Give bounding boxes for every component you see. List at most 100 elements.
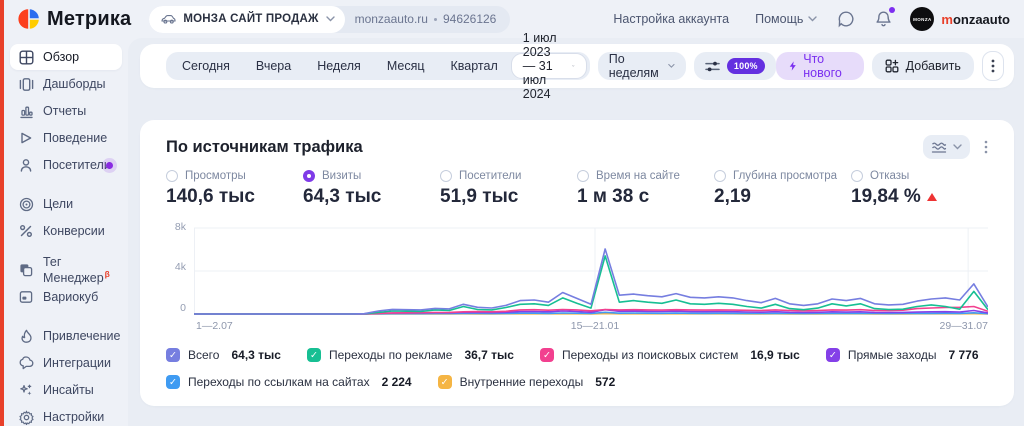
card-title: По источникам трафика xyxy=(166,137,363,156)
help-menu[interactable]: Помощь xyxy=(755,12,818,26)
range-quarter-button[interactable]: Квартал xyxy=(438,52,511,80)
lightning-icon xyxy=(789,61,796,71)
target-icon xyxy=(18,196,34,212)
traffic-sources-card: По источникам трафика Просмотры 140,6 ты… xyxy=(140,120,1014,406)
percent-icon xyxy=(18,223,34,239)
toolbar-menu-button[interactable] xyxy=(981,51,1004,81)
sidebar-item-goals[interactable]: Цели xyxy=(10,191,122,217)
metric-pageviews[interactable]: Просмотры 140,6 тыс xyxy=(166,170,303,208)
integrations-icon xyxy=(18,355,34,371)
checkbox-icon xyxy=(437,375,452,389)
left-accent-stripe xyxy=(0,0,4,426)
bar-chart-icon xyxy=(18,103,34,119)
chat-icon xyxy=(838,11,854,28)
range-month-button[interactable]: Месяц xyxy=(374,52,438,80)
chart-type-select[interactable] xyxy=(923,135,970,159)
counter-domain[interactable]: monzaauto.ru xyxy=(355,12,428,26)
radio-icon xyxy=(851,170,863,182)
metrica-app: Метрика МОНЗА САЙТ ПРОДАЖ monzaauto.ru 9… xyxy=(0,0,1024,426)
chevron-down-icon xyxy=(668,63,675,68)
chart-legend: Всего 64,3 тыс Переходы по рекламе 36,7 … xyxy=(166,348,988,389)
notifications-button[interactable] xyxy=(875,7,896,28)
sidebar-item-integrations[interactable]: Интеграции xyxy=(10,350,122,376)
user-name[interactable]: monzaauto xyxy=(941,12,1010,27)
sidebar-item-behavior[interactable]: Поведение xyxy=(10,125,122,151)
legend-item-ads[interactable]: Переходы по рекламе 36,7 тыс xyxy=(306,348,514,362)
chevron-down-icon xyxy=(808,16,818,22)
whats-new-button[interactable]: Что нового xyxy=(775,52,864,80)
radio-icon xyxy=(577,170,589,182)
range-today-button[interactable]: Сегодня xyxy=(169,52,243,80)
traffic-chart-svg[interactable] xyxy=(194,221,988,317)
grid-icon xyxy=(18,49,34,65)
trend-up-icon xyxy=(926,193,937,201)
chevron-down-icon xyxy=(572,65,575,67)
counter-id: 94626126 xyxy=(442,12,497,26)
card-menu-button[interactable] xyxy=(984,140,988,154)
checkbox-icon xyxy=(825,348,840,362)
account-settings-link[interactable]: Настройка аккаунта xyxy=(613,12,729,26)
sidebar-item-settings[interactable]: Настройки xyxy=(10,404,122,426)
range-week-button[interactable]: Неделя xyxy=(304,52,374,80)
checkbox-icon xyxy=(166,375,180,389)
metrica-logo[interactable]: Метрика xyxy=(18,8,131,31)
sidebar-item-tag-manager[interactable]: Тег Менеджерβ xyxy=(10,255,122,285)
add-widget-button[interactable]: Добавить xyxy=(871,52,974,80)
granularity-select[interactable]: По неделям xyxy=(597,52,686,80)
chat-button[interactable] xyxy=(837,10,855,28)
chevron-down-icon xyxy=(953,144,962,150)
metrics-row: Просмотры 140,6 тыс Визиты 64,3 тыс Посе… xyxy=(166,170,988,208)
topbar: Метрика МОНЗА САЙТ ПРОДАЖ monzaauto.ru 9… xyxy=(0,0,1024,38)
sidebar-item-reports[interactable]: Отчеты xyxy=(10,98,122,124)
metric-visits[interactable]: Визиты 64,3 тыс xyxy=(303,170,440,208)
sidebar-item-overview[interactable]: Обзор xyxy=(10,44,122,70)
sidebar-item-conversions[interactable]: Конверсии xyxy=(10,218,122,244)
sparkles-icon xyxy=(18,382,34,398)
visitors-online-dot xyxy=(106,161,113,169)
counter-name: МОНЗА САЙТ ПРОДАЖ xyxy=(183,13,319,25)
variocube-icon xyxy=(18,289,34,305)
sidebar: Обзор Дашборды Отчеты Поведение Посетите… xyxy=(0,38,128,426)
radio-icon xyxy=(440,170,452,182)
legend-item-search[interactable]: Переходы из поисковых систем 16,9 тыс xyxy=(539,348,800,362)
toolbar: Сегодня Вчера Неделя Месяц Квартал 1 июл… xyxy=(140,31,1014,101)
traffic-chart[interactable]: 8k 4k 0 1—2.07 15—21.01 29—31.07 xyxy=(166,221,988,335)
car-icon xyxy=(161,11,176,27)
range-yesterday-button[interactable]: Вчера xyxy=(243,52,304,80)
app-title: Метрика xyxy=(47,7,132,30)
gear-icon xyxy=(18,409,34,425)
sampling-button[interactable]: 100% xyxy=(693,52,776,80)
play-icon xyxy=(18,130,34,146)
flame-icon xyxy=(18,328,34,344)
dot-separator xyxy=(433,17,437,21)
sliders-icon xyxy=(705,61,720,71)
legend-item-site-links[interactable]: Переходы по ссылкам на сайтах 2 224 xyxy=(166,375,412,389)
sidebar-item-variocube[interactable]: Вариокуб xyxy=(10,284,122,310)
legend-item-direct[interactable]: Прямые заходы 7 776 xyxy=(825,348,979,362)
avatar[interactable]: MONZA xyxy=(910,7,935,31)
radio-icon xyxy=(166,170,178,182)
sidebar-item-dashboards[interactable]: Дашборды xyxy=(10,71,122,97)
line-chart-icon xyxy=(931,141,947,153)
sidebar-item-insights[interactable]: Инсайты xyxy=(10,377,122,403)
kebab-icon xyxy=(991,59,995,73)
sidebar-item-visitors[interactable]: Посетители xyxy=(10,152,122,178)
notification-dot xyxy=(889,7,896,13)
help-label: Помощь xyxy=(755,12,804,26)
counter-selector[interactable]: МОНЗА САЙТ ПРОДАЖ monzaauto.ru 94626126 xyxy=(149,5,511,33)
sidebar-item-acquisition[interactable]: Привлечение xyxy=(10,323,122,349)
metric-depth[interactable]: Глубина просмотра 2,19 xyxy=(714,170,851,208)
y-axis: 8k 4k 0 xyxy=(174,221,186,314)
checkbox-icon xyxy=(539,348,554,362)
custom-date-range[interactable]: 1 июл 2023 — 31 июл 2024 xyxy=(510,31,587,101)
metric-bounce-rate[interactable]: Отказы 19,84 % xyxy=(851,170,988,208)
checkbox-icon xyxy=(166,348,180,362)
chevron-down-icon xyxy=(325,16,335,22)
counter-name-section[interactable]: МОНЗА САЙТ ПРОДАЖ xyxy=(149,5,345,33)
counter-meta: monzaauto.ru 94626126 xyxy=(345,12,511,26)
metric-users[interactable]: Посетители 51,9 тыс xyxy=(440,170,577,208)
beta-badge: β xyxy=(104,268,110,279)
legend-item-total[interactable]: Всего 64,3 тыс xyxy=(166,348,281,362)
legend-item-internal[interactable]: Внутренние переходы 572 xyxy=(437,375,615,389)
metric-time-on-site[interactable]: Время на сайте 1 м 38 с xyxy=(577,170,714,208)
